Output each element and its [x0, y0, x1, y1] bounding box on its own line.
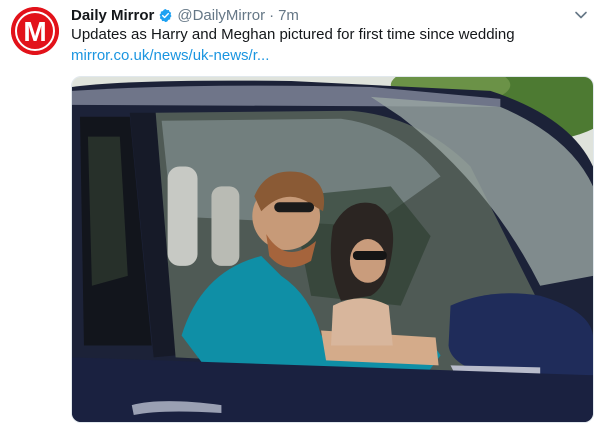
avatar-letter: M: [23, 16, 46, 47]
tweet-photo[interactable]: [71, 76, 594, 423]
verified-badge-icon: [158, 8, 173, 23]
chevron-down-icon[interactable]: [574, 8, 588, 22]
daily-mirror-logo: M: [11, 7, 59, 55]
tweet-text: Updates as Harry and Meghan pictured for…: [71, 26, 515, 43]
timestamp[interactable]: 7m: [278, 7, 299, 24]
user-handle[interactable]: @DailyMirror: [177, 7, 265, 24]
separator-dot: ·: [269, 6, 275, 24]
tweet-header: Daily Mirror @DailyMirror · 7m: [71, 5, 299, 25]
avatar[interactable]: M: [11, 7, 59, 55]
tweet-link[interactable]: mirror.co.uk/news/uk-news/r...: [71, 47, 269, 64]
display-name[interactable]: Daily Mirror: [71, 7, 154, 24]
car-photo-illustration: [72, 77, 593, 422]
